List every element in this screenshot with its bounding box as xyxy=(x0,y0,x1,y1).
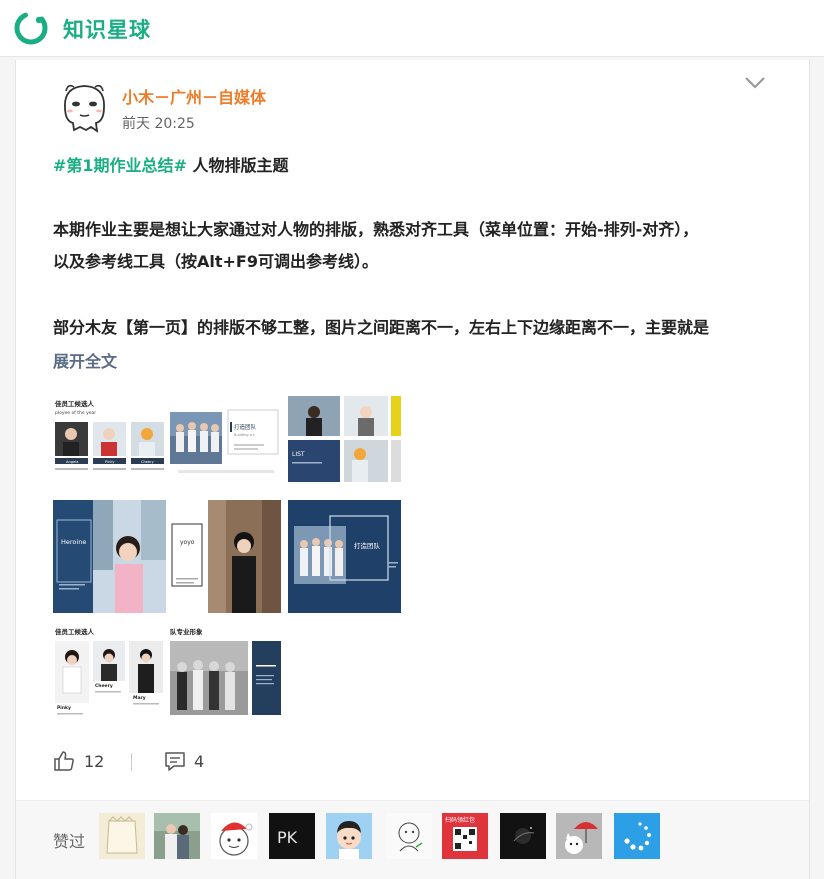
post-image-7[interactable]: 佳员工候选人 Cheery Pinky Mary xyxy=(53,625,166,720)
chevron-down-icon[interactable] xyxy=(744,76,766,90)
cartoon-boy-avatar-icon xyxy=(326,813,372,859)
image-name-label: Cheery xyxy=(95,683,113,689)
comment-icon[interactable] xyxy=(164,751,186,772)
post-actions: 12 4 xyxy=(53,748,353,778)
liker-avatar-blue-loader[interactable] xyxy=(614,813,660,859)
expand-full-text-link[interactable]: 展开全文 xyxy=(53,348,117,372)
liker-avatar-cartoon-boy[interactable] xyxy=(326,813,372,859)
post-image-1[interactable]: 佳员工候选人 ployee of the year Angela Pinky C… xyxy=(53,396,166,482)
image-label: 打造团队 xyxy=(354,541,381,550)
post-card: 小木－广州－自媒体 前天 20:25 #第1期作业总结# 人物排版主题 本期作业… xyxy=(15,60,810,879)
svg-text:PK: PK xyxy=(277,828,298,847)
post-text-line: 部分木友【第一页】的排版不够工整，图片之间距离不一，左右上下边缘距离不一，主要就… xyxy=(53,318,710,337)
post-text-line: 本期作业主要是想让大家通过对人物的排版，熟悉对齐工具（菜单位置：开始-排列-对齐… xyxy=(53,220,699,239)
image-title: 佳员工候选人 xyxy=(55,627,95,636)
cat-umbrella-avatar-icon xyxy=(556,813,602,859)
divider xyxy=(131,753,132,771)
post-image-5[interactable]: yoyo xyxy=(168,500,281,613)
liker-avatar-paper-bag[interactable] xyxy=(99,813,145,859)
image-name-label: Cheery xyxy=(141,460,155,464)
image-name-label: Pinky xyxy=(57,705,71,711)
zsxq-logo-icon[interactable] xyxy=(13,10,49,46)
author-name[interactable]: 小木－广州－自媒体 xyxy=(122,84,266,108)
liker-avatar-sketch[interactable] xyxy=(386,813,432,859)
like-count: 12 xyxy=(84,752,105,771)
image-name-label: Angela xyxy=(66,460,78,464)
post-image-8[interactable]: 队专业形象 xyxy=(168,625,281,720)
image-title: 打造团队 xyxy=(234,423,257,431)
image-title: 队专业形象 xyxy=(170,627,203,636)
liker-avatar-pk[interactable]: PK xyxy=(269,813,315,859)
liker-avatar-couple[interactable] xyxy=(154,813,200,859)
post-topic-line: #第1期作业总结# 人物排版主题 xyxy=(53,152,289,176)
liker-avatar-dark-space[interactable] xyxy=(500,813,546,859)
paper-bag-avatar-icon xyxy=(99,813,145,859)
red-qr-avatar-icon: 扫码领红包 xyxy=(442,813,488,859)
comment-count: 4 xyxy=(194,752,205,771)
liker-avatar-santa[interactable] xyxy=(211,813,257,859)
liker-avatar-red-qr[interactable]: 扫码领红包 xyxy=(442,813,488,859)
post-time: 前天 20:25 xyxy=(122,116,195,132)
post-text-line: 以及参考线工具（按Alt+F9可调出参考线）。 xyxy=(53,252,378,271)
author-avatar[interactable] xyxy=(56,77,113,134)
brand-title[interactable]: 知识星球 xyxy=(63,14,151,44)
dark-space-avatar-icon xyxy=(500,813,546,859)
top-bar: 知识星球 xyxy=(0,0,824,57)
svg-text:扫码领红包: 扫码领红包 xyxy=(445,816,475,824)
image-name-label: Mary xyxy=(133,695,146,701)
thumbs-up-icon[interactable] xyxy=(53,750,75,772)
image-title: 佳员工候选人 xyxy=(55,399,95,408)
pk-logo-avatar-icon: PK xyxy=(269,813,315,859)
image-name-label: Pinky xyxy=(105,460,115,464)
post-topic: 人物排版主题 xyxy=(186,156,289,175)
image-label: Heroine xyxy=(61,538,86,546)
post-image-3[interactable]: LIST xyxy=(288,396,401,482)
post-image-2[interactable]: 打造团队 Building a t xyxy=(168,396,281,482)
santa-face-avatar-icon xyxy=(211,813,257,859)
hashtag-link[interactable]: #第1期作业总结# xyxy=(53,156,187,175)
image-label: yoyo xyxy=(180,539,195,546)
blue-loader-avatar-icon xyxy=(614,813,660,859)
liker-avatar-cat-umbrella[interactable] xyxy=(556,813,602,859)
liked-by-label: 赞过 xyxy=(53,832,86,851)
sketch-avatar-icon xyxy=(386,813,432,859)
post-image-6[interactable]: 打造团队 xyxy=(288,500,401,613)
post-image-4[interactable]: Heroine xyxy=(53,500,166,613)
image-subtitle: Building a t xyxy=(234,433,255,437)
image-label: LIST xyxy=(292,451,305,458)
couple-photo-avatar-icon xyxy=(154,813,200,859)
image-subtitle: ployee of the year xyxy=(55,410,96,416)
liked-by-bar: 赞过 PK 扫码领红包 xyxy=(16,800,809,879)
